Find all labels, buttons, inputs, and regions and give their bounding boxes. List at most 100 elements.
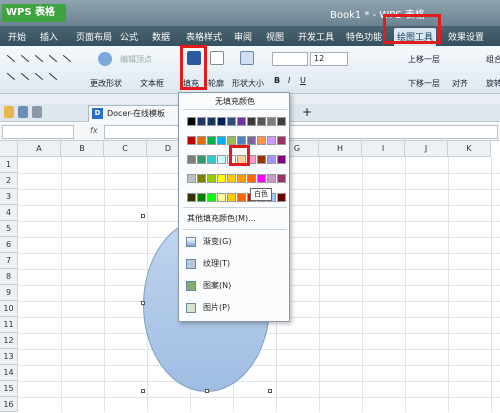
double-arrow-shape-icon[interactable] [34,54,44,63]
color-swatch[interactable] [197,155,206,164]
color-swatch[interactable] [277,193,286,202]
more-fill-colors-option[interactable]: 其他填充颜色(M)... [183,211,287,227]
picture-option[interactable]: 图片(P) [183,300,287,316]
color-swatch[interactable] [267,136,276,145]
group-button[interactable]: 组合 [486,54,500,65]
color-swatch[interactable] [187,136,196,145]
row-header[interactable]: 11 [0,317,18,333]
save-icon[interactable] [18,106,28,118]
row-header[interactable]: 10 [0,301,18,317]
change-shape-icon[interactable] [98,52,112,66]
row-header[interactable]: 8 [0,269,18,285]
italic-button[interactable]: I [288,76,290,85]
color-swatch[interactable] [187,117,196,126]
pattern-option[interactable]: 图案(N) [183,278,287,294]
color-swatch[interactable] [257,174,266,183]
textbox-button[interactable]: 文本框 [140,78,164,89]
color-swatch[interactable] [217,117,226,126]
menu-view[interactable]: 视图 [266,30,284,43]
change-shape-button[interactable]: 更改形状 [90,78,122,89]
menu-insert[interactable]: 插入 [40,30,58,43]
color-swatch[interactable] [207,155,216,164]
row-header[interactable]: 2 [0,173,18,189]
corner-select-all[interactable] [0,141,18,157]
resize-handle[interactable] [205,389,209,393]
column-header[interactable]: B [61,141,104,157]
no-fill-option[interactable]: 无填充颜色 [179,96,291,107]
row-header[interactable]: 6 [0,237,18,253]
menu-formula[interactable]: 公式 [120,30,138,43]
color-swatch[interactable] [247,174,256,183]
bold-button[interactable]: B [274,76,280,85]
rotate-button[interactable]: 旋转 [486,78,500,89]
color-swatch[interactable] [267,117,276,126]
menu-data[interactable]: 数据 [152,30,170,43]
color-swatch[interactable] [227,193,236,202]
underline-button[interactable]: U [300,76,306,85]
color-swatch[interactable] [237,174,246,183]
column-header[interactable]: C [104,141,147,157]
color-swatch[interactable] [257,155,266,164]
row-header[interactable]: 14 [0,365,18,381]
font-name-field[interactable] [272,52,308,66]
column-header[interactable]: A [18,141,61,157]
app-logo[interactable]: WPS 表格 [2,4,66,22]
color-swatch[interactable] [197,174,206,183]
color-swatch[interactable] [257,136,266,145]
outline-pen-icon[interactable] [210,51,224,65]
add-tab-button[interactable]: + [302,105,312,119]
color-swatch[interactable] [247,136,256,145]
row-header[interactable]: 9 [0,285,18,301]
color-swatch[interactable] [277,136,286,145]
outline-button[interactable]: 轮廓 [208,78,224,89]
color-swatch[interactable] [237,117,246,126]
resize-handle[interactable] [141,389,145,393]
menu-special[interactable]: 特色功能 [346,30,382,43]
send-backward-button[interactable]: 下移一层 [408,78,440,89]
color-swatch[interactable] [197,136,206,145]
print-icon[interactable] [32,106,42,118]
resize-handle[interactable] [141,301,145,305]
color-swatch[interactable] [257,117,266,126]
menu-developer[interactable]: 开发工具 [298,30,334,43]
color-swatch[interactable] [267,155,276,164]
scribble-shape-icon[interactable] [34,72,44,81]
color-swatch[interactable] [207,117,216,126]
row-header[interactable]: 4 [0,205,18,221]
shape-size-icon[interactable] [240,51,254,65]
row-header[interactable]: 1 [0,157,18,173]
gradient-option[interactable]: 渐变(G) [183,234,287,250]
formula-input[interactable] [104,125,498,139]
color-swatch[interactable] [237,136,246,145]
color-swatch[interactable] [187,174,196,183]
folder-icon[interactable] [4,106,14,118]
row-header[interactable]: 15 [0,381,18,397]
elbow-connector-icon[interactable] [48,54,58,63]
fx-icon[interactable]: fx [90,126,98,135]
resize-handle[interactable] [141,214,145,218]
color-swatch[interactable] [217,174,226,183]
column-header[interactable]: K [448,141,491,157]
menu-page-layout[interactable]: 页面布局 [76,30,112,43]
row-header[interactable]: 13 [0,349,18,365]
connector-shape-icon[interactable] [6,72,16,81]
row-header[interactable]: 5 [0,221,18,237]
edit-vertex-button[interactable]: 编辑顶点 [120,54,152,65]
column-header[interactable]: H [319,141,362,157]
align-button[interactable]: 对齐 [452,78,468,89]
color-swatch[interactable] [197,117,206,126]
color-swatch[interactable] [217,193,226,202]
color-swatch[interactable] [187,193,196,202]
color-swatch[interactable] [207,193,216,202]
color-swatch[interactable] [227,117,236,126]
row-header[interactable]: 12 [0,333,18,349]
column-header[interactable]: I [362,141,405,157]
color-swatch[interactable] [237,193,246,202]
color-swatch[interactable] [277,155,286,164]
color-swatch[interactable] [217,155,226,164]
color-swatch[interactable] [227,136,236,145]
menu-home[interactable]: 开始 [8,30,26,43]
menu-effects[interactable]: 效果设置 [448,30,484,43]
color-swatch[interactable] [227,174,236,183]
resize-handle[interactable] [268,389,272,393]
